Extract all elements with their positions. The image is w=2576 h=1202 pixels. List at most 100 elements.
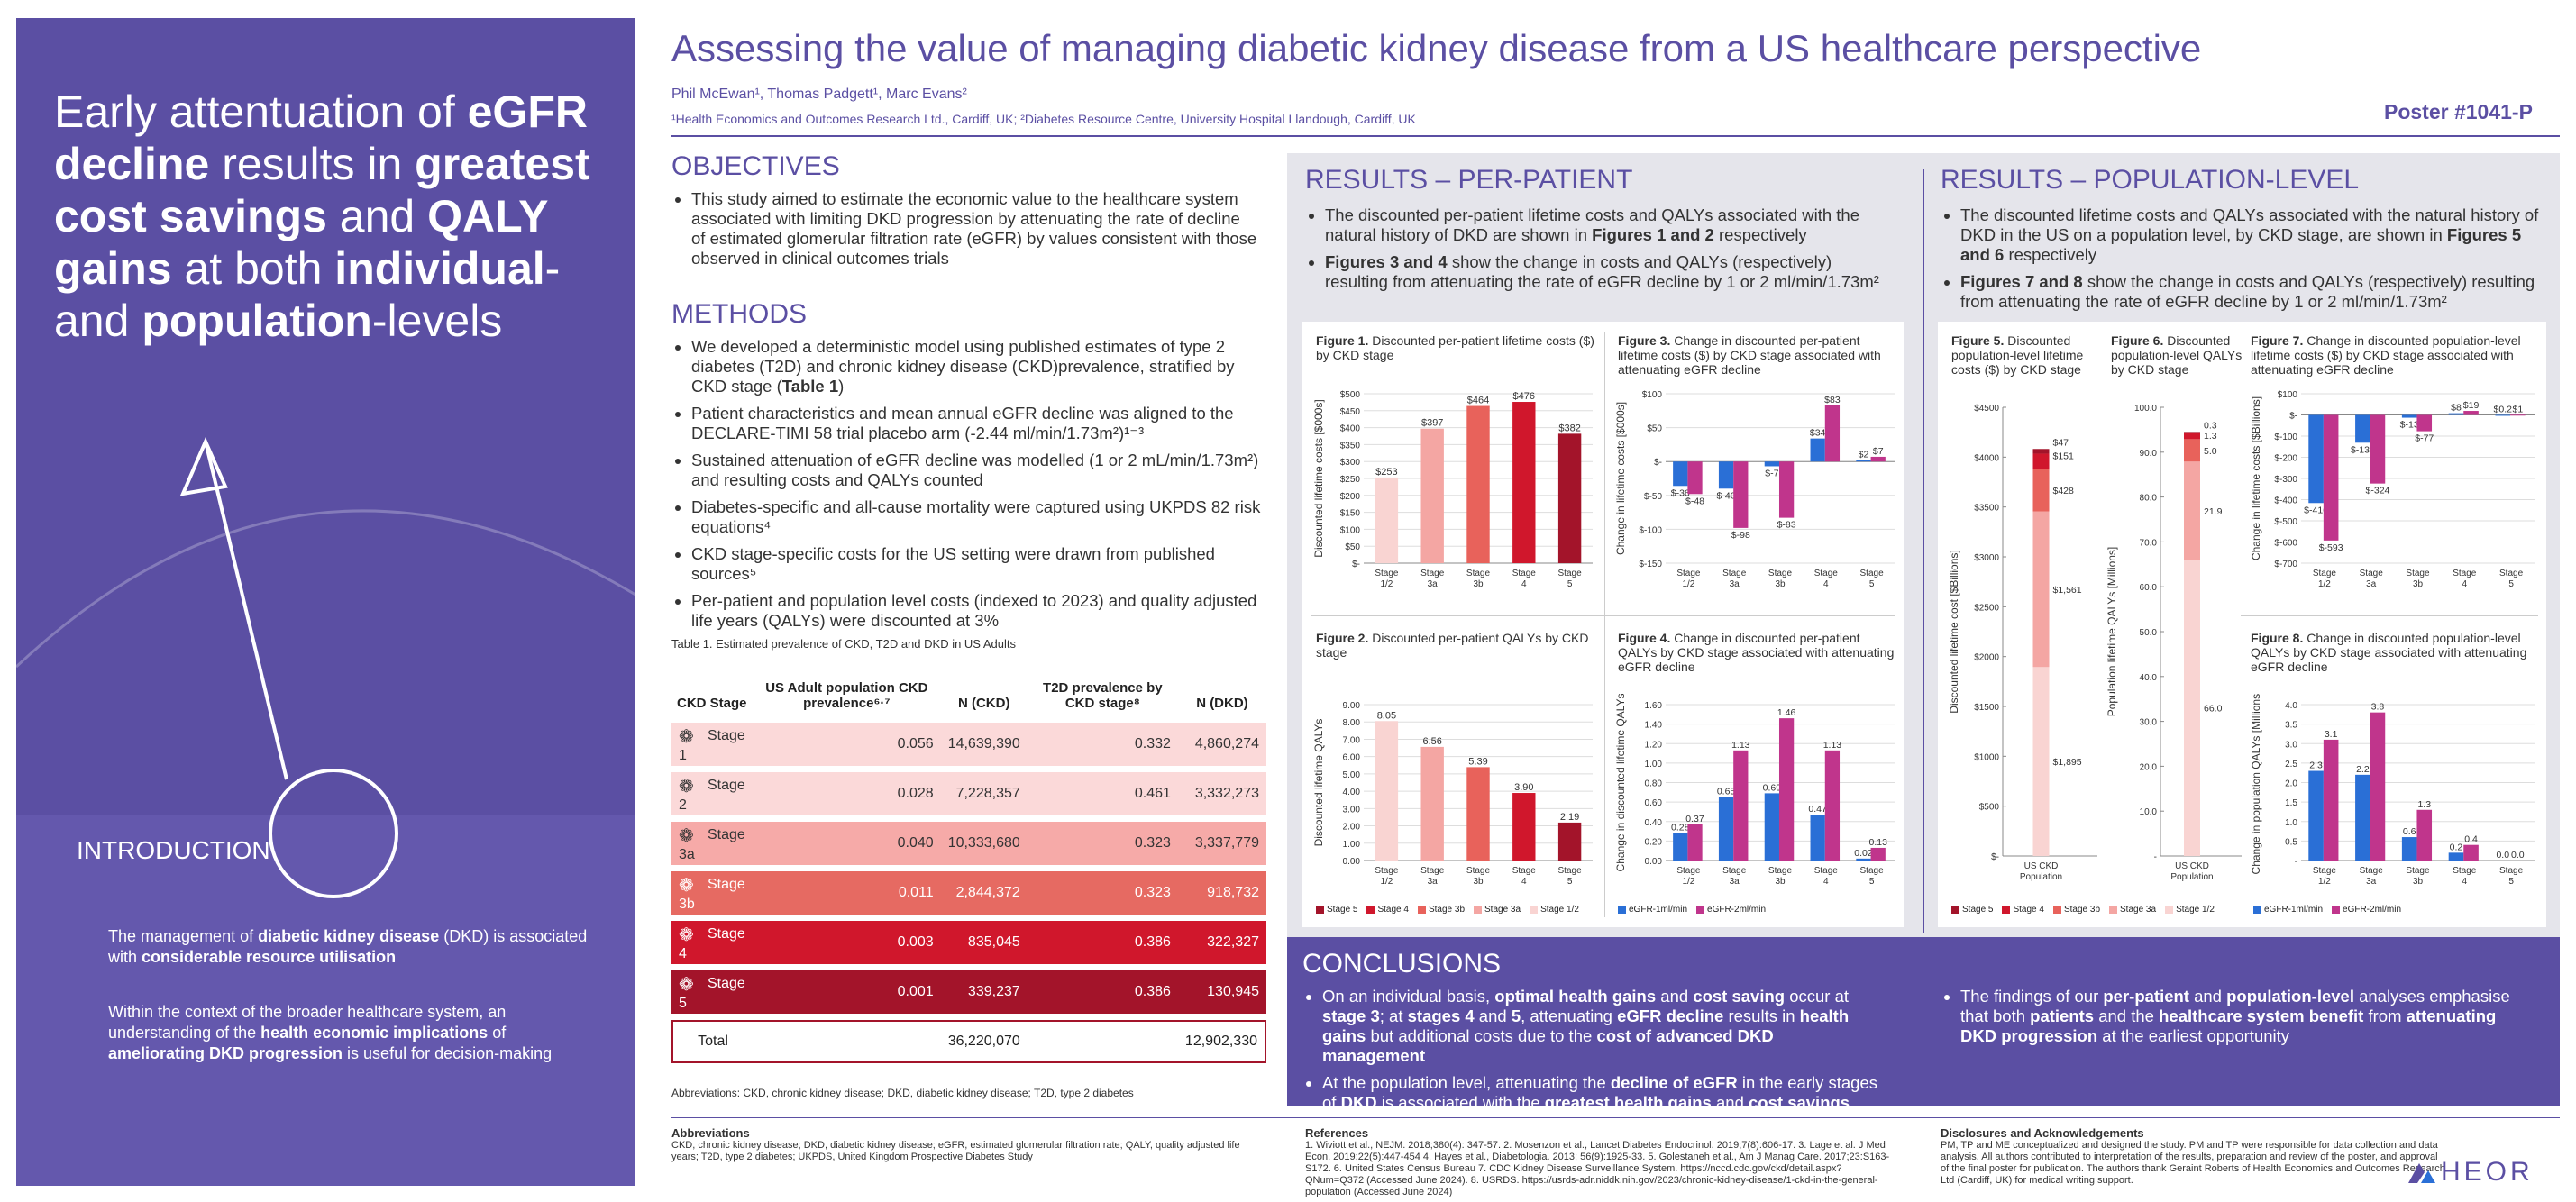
bullet-item: At the population level, attenuating the…	[1322, 1073, 1879, 1113]
y-tick-label: $-600	[2274, 539, 2297, 549]
bar	[2510, 414, 2526, 416]
data-label: 66.0	[2204, 704, 2223, 715]
table-cell: 0.028	[753, 772, 941, 815]
bar	[2495, 414, 2511, 416]
bar	[2355, 414, 2370, 443]
figure-4-chart: Change in discounted lifetime QALYs 0.00 0…	[1614, 694, 1895, 887]
table-header-cell: T2D prevalence by CKD stage⁸	[1043, 680, 1163, 711]
legend-stage-2: Stage 5 Stage 4 Stage 3b Stage 3a Stage 1/2	[1951, 905, 2215, 915]
footer-disc-text: PM, TP and ME conceptualized and designe…	[1941, 1140, 2445, 1186]
y-axis-label: Population lifetime QALYs [Millions]	[2106, 547, 2118, 717]
bullet-item: Figures 3 and 4 show the change in costs…	[1325, 252, 1882, 292]
table-cell: Total	[671, 1020, 754, 1063]
y-tick-label: 4.00	[1343, 788, 1361, 797]
data-label: $1,895	[2053, 757, 2082, 768]
stack-segment	[2184, 560, 2200, 856]
bullet-item: Diabetes-specific and all-cause mortalit…	[691, 497, 1266, 537]
bullet-item: Patient characteristics and mean annual …	[691, 404, 1266, 443]
x-tick-label: Stage	[1860, 569, 1885, 578]
data-label: $-83	[1777, 520, 1796, 531]
x-tick-label: 4	[1521, 579, 1527, 589]
y-axis-label: Change in lifetime costs [$000s]	[1614, 402, 1627, 555]
x-tick-label: Stage	[2313, 866, 2337, 876]
y-tick-label: $-300	[2274, 475, 2297, 485]
y-tick-label: $350	[1340, 441, 1361, 451]
bullet-item: Per-patient and population level costs (…	[691, 591, 1266, 631]
data-label: 0.6	[2403, 826, 2416, 837]
bar	[2463, 844, 2479, 861]
x-tick-label: 3a	[1428, 579, 1439, 589]
stack-segment	[2032, 667, 2050, 856]
footer-disc-title: Disclosures and Acknowledgements	[1941, 1126, 2144, 1140]
bar	[1557, 433, 1582, 563]
data-label: $253	[1375, 467, 1397, 478]
y-tick-label: 0.80	[1645, 779, 1663, 789]
bar	[1687, 824, 1703, 861]
y-tick-label: $300	[1340, 458, 1361, 468]
bar	[2416, 809, 2433, 861]
y-axis-label: Change in discounted lifetime QALYs	[1614, 694, 1627, 871]
y-tick-label: $-200	[2274, 454, 2297, 464]
x-tick-label: 5	[2508, 579, 2514, 589]
table-header-cell: N (CKD)	[957, 696, 1010, 711]
x-tick-label: Stage	[2360, 569, 2384, 578]
x-tick-label: Stage	[1558, 866, 1583, 876]
bullet-item: On an individual basis, optimal health g…	[1322, 987, 1879, 1066]
y-tick-label: $-	[2289, 412, 2297, 422]
intro-paragraph-1: The management of diabetic kidney diseas…	[108, 927, 588, 966]
fig4-title: Figure 4. Change in discounted per-patie…	[1618, 631, 1895, 674]
bar	[1512, 402, 1536, 563]
table-cell: 130,945	[1177, 970, 1266, 1014]
x-tick-label: 3b	[1473, 877, 1484, 887]
table-row: ❁ Stage 3b 0.011 2,844,372 0.323 918,732	[671, 871, 1266, 915]
card-divider	[1604, 332, 1605, 917]
kidney-icon: ❁	[679, 776, 694, 797]
footer-ref-text: 1. Wiviott et al., NEJM. 2018;380(4): 34…	[1305, 1140, 1890, 1197]
table-cell: 0.040	[753, 822, 941, 865]
heor-logo: HEOR	[2407, 1157, 2534, 1188]
y-tick-label: $1000	[1974, 752, 1999, 762]
x-tick-label: Stage	[1558, 569, 1583, 578]
x-tick-label: Population	[2170, 872, 2213, 882]
data-label: 1.3	[2417, 799, 2431, 810]
table-cell: 0.011	[753, 871, 941, 915]
data-label: $428	[2053, 486, 2075, 496]
y-tick-label: $1500	[1974, 703, 1999, 713]
y-tick-label: 2.5	[2285, 760, 2297, 769]
data-label: 1.46	[1777, 707, 1796, 718]
bar	[1466, 767, 1490, 861]
y-tick-label: 6.00	[1343, 753, 1361, 763]
data-label: 8.05	[1377, 710, 1396, 721]
x-tick-label: Stage	[1512, 866, 1537, 876]
y-axis-label: Discounted lifetime costs [$000s]	[1312, 399, 1325, 557]
bar	[1870, 847, 1886, 861]
bullet-item: Sustained attenuation of eGFR decline wa…	[691, 451, 1266, 490]
bar	[2416, 414, 2433, 432]
x-tick-label: Stage	[1814, 866, 1839, 876]
kidney-icon: ❁	[679, 726, 694, 747]
table-cell: 918,732	[1177, 871, 1266, 915]
x-tick-label: 1/2	[1682, 877, 1694, 887]
bullet-item: CKD stage-specific costs for the US sett…	[691, 544, 1266, 584]
fig1-title: Figure 1. Discounted per-patient lifetim…	[1316, 333, 1594, 362]
y-tick-label: $-500	[2274, 517, 2297, 527]
data-label: 0.65	[1717, 787, 1736, 797]
card-divider-h2	[2241, 615, 2538, 616]
x-tick-label: Stage	[1722, 866, 1747, 876]
x-tick-label: Stage	[2406, 866, 2430, 876]
data-label: 1.3	[2204, 431, 2217, 442]
data-label: 21.9	[2204, 506, 2223, 517]
y-tick-label: 3.0	[2285, 740, 2297, 750]
y-tick-label: 2.0	[2285, 779, 2297, 789]
bar	[1375, 477, 1399, 563]
y-tick-label: $100	[2278, 390, 2298, 400]
x-tick-label: 4	[2462, 877, 2468, 887]
figure-1-chart: Discounted lifetime costs [$000s] $- $50 $1…	[1312, 390, 1593, 589]
table-cell: 10,333,680	[940, 822, 1028, 865]
table-cell: 0.461	[1027, 772, 1178, 815]
data-label: $382	[1558, 423, 1580, 433]
table-cell	[1027, 1020, 1178, 1063]
bar	[1687, 461, 1703, 495]
y-tick-label: 0.20	[1645, 837, 1663, 847]
conclusions-left-list: On an individual basis, optimal health g…	[1302, 987, 1879, 1120]
